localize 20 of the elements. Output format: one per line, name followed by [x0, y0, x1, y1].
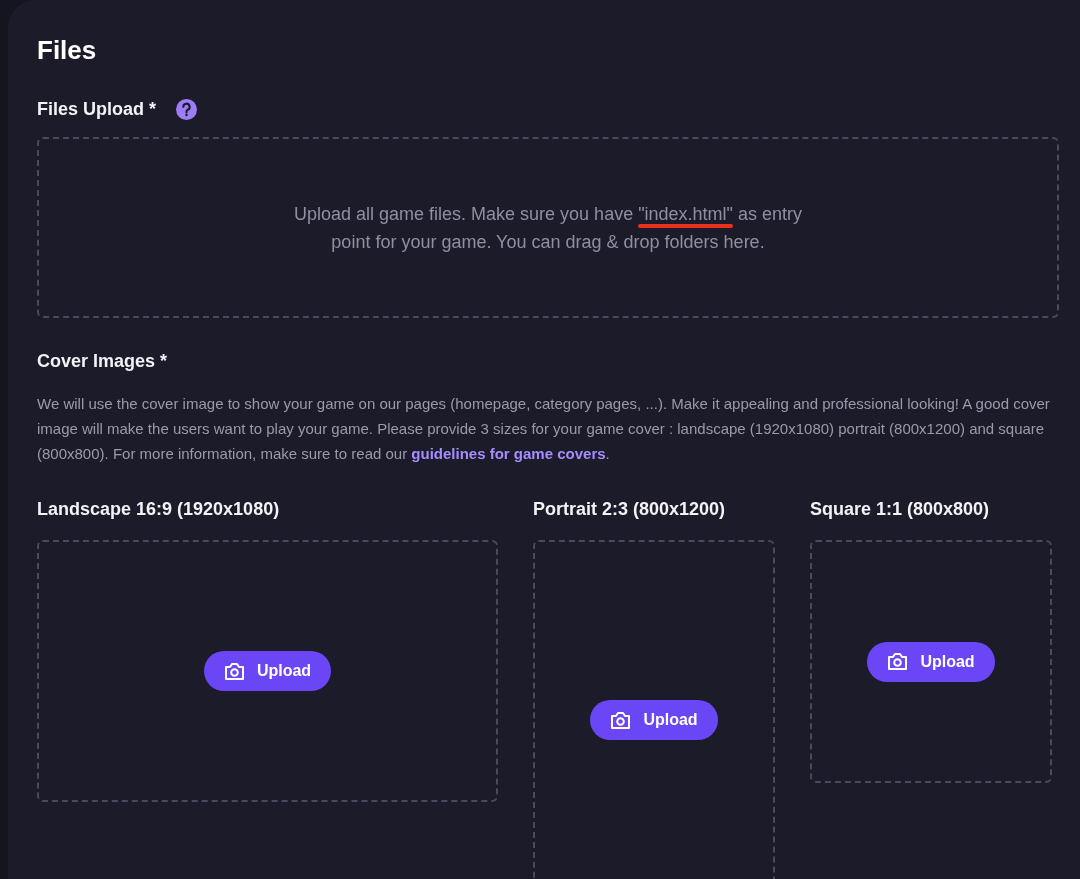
upload-button[interactable]: Upload — [203, 651, 332, 691]
section-title: Files — [37, 34, 97, 67]
cover-images-description: We will use the cover image to show your game on our pages (homepage, category pages, ...). Make it appealing and professional looking! A good cover image will make the users want to play your game. Please provide 3 sizes for your game cover : landscape (1920x1080) portrait (800x1200) and square (800x800). For more information, make sure to read our guidelines for game covers. — [37, 394, 1051, 464]
slot-label: Square 1:1 (800x800) — [810, 498, 991, 521]
field-label: Cover Images * — [37, 350, 168, 373]
field-label: Files Upload * — [37, 98, 157, 121]
file-drop-zone[interactable]: Upload all game files. Make sure you have "index.html" as entry point for your game. You can drag & drop folders here. — [37, 137, 1059, 318]
camera-icon — [887, 652, 909, 671]
image-drop-zone[interactable]: Upload — [37, 540, 498, 802]
image-drop-zone[interactable]: Upload — [810, 540, 1052, 783]
slot-label: Portrait 2:3 (800x1200) — [533, 498, 727, 521]
upload-button[interactable]: Upload — [867, 641, 995, 682]
slot-label: Landscape 16:9 (1920x1080) — [37, 498, 281, 521]
camera-icon — [223, 661, 245, 681]
image-drop-zone[interactable]: Upload — [533, 540, 775, 879]
help-icon[interactable] — [176, 98, 198, 120]
camera-icon — [610, 710, 632, 730]
guidelines-link[interactable]: guidelines for game covers — [411, 445, 606, 462]
upload-button[interactable]: Upload — [590, 700, 718, 740]
drop-zone-instructions: Upload all game files. Make sure you have "index.html" as entry point for your game. You can drag & drop folders here. — [292, 202, 803, 254]
